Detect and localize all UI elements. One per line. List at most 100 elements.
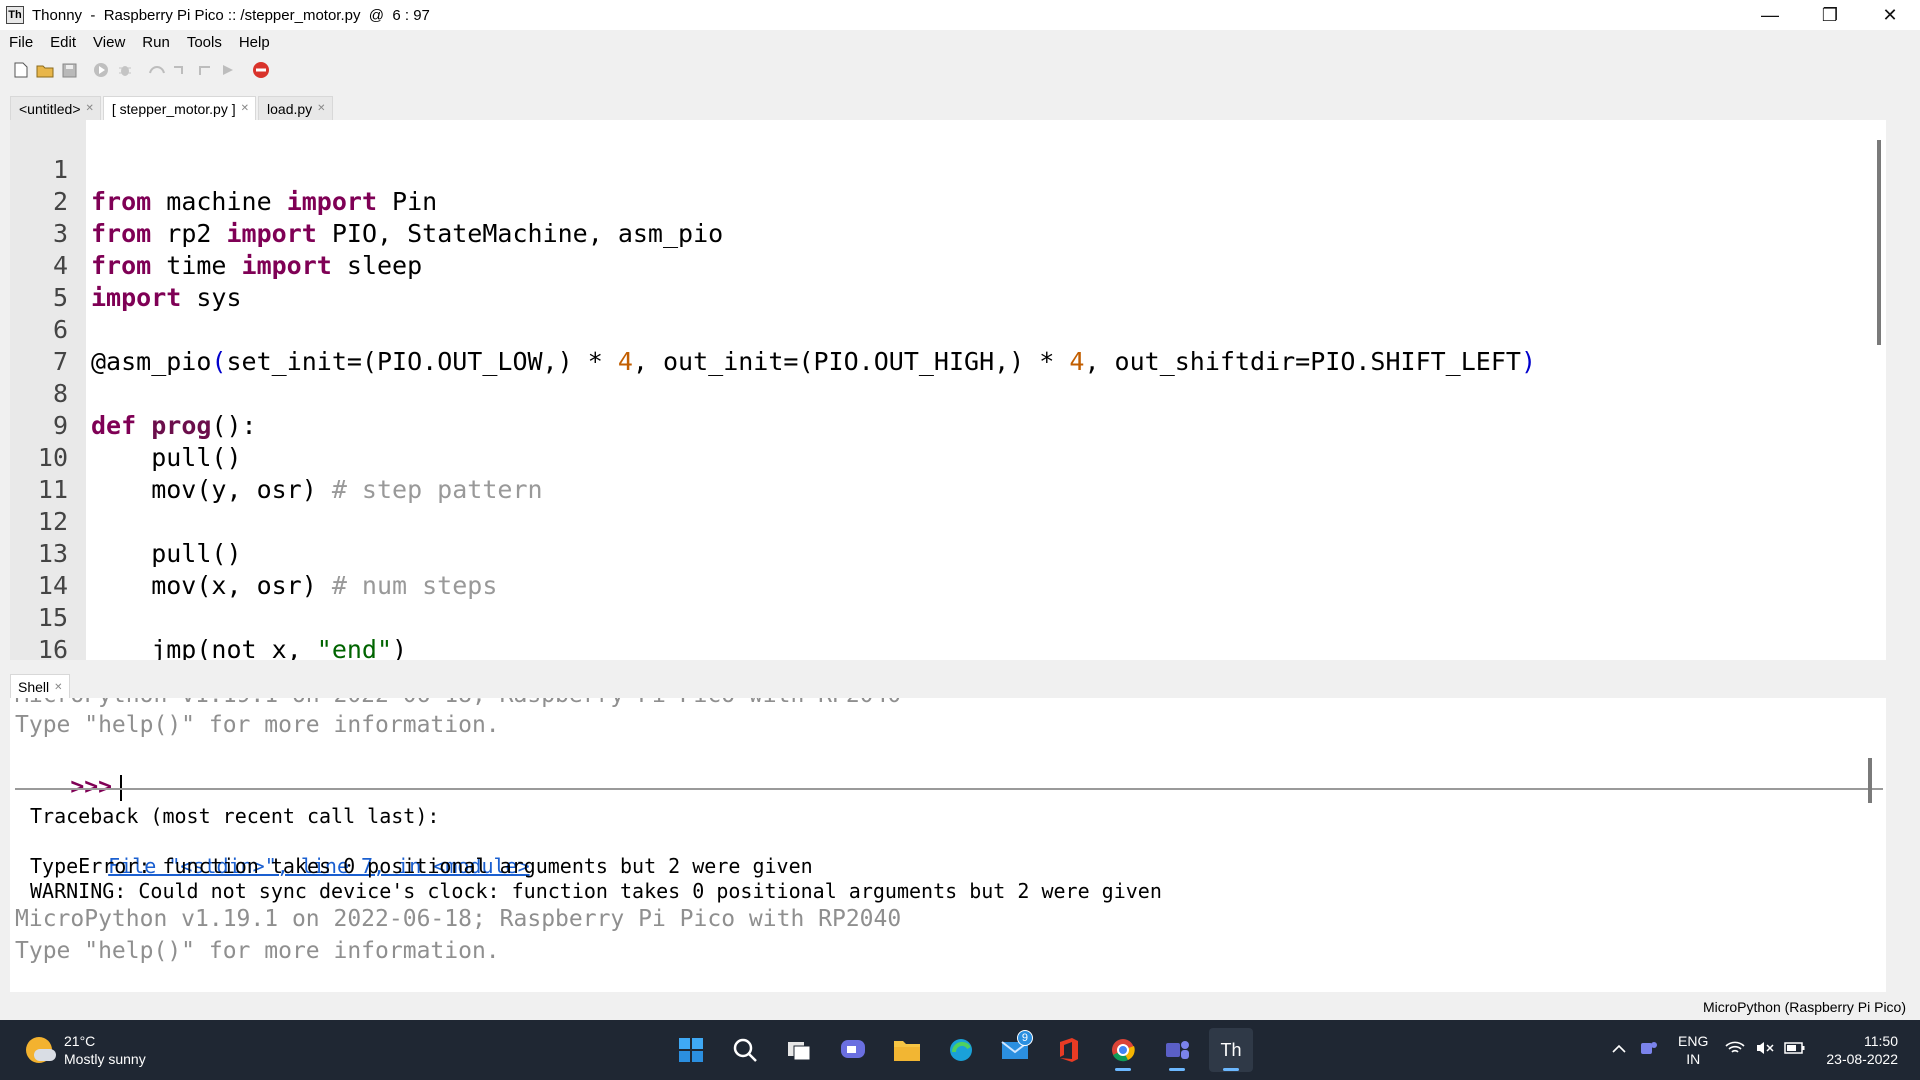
search-icon[interactable] xyxy=(723,1028,767,1072)
shell-output-line: MicroPython v1.19.1 on 2022-06-18; Raspb… xyxy=(15,698,901,710)
restore-button[interactable]: ❐ xyxy=(1800,0,1860,30)
stop-icon[interactable] xyxy=(252,61,270,79)
editor-scrollbar[interactable] xyxy=(1877,140,1881,345)
code-line: 11 xyxy=(10,442,1886,504)
system-tray: ENG IN 11:50 23-08-2022 xyxy=(1604,1020,1920,1080)
tab-load[interactable]: load.py ✕ xyxy=(258,96,333,120)
tab-shell[interactable]: Shell ✕ xyxy=(10,674,70,699)
thonny-app-icon: Th xyxy=(6,6,24,24)
code-line: 13 mov(x, osr) # num steps xyxy=(10,506,1886,600)
step-over-icon[interactable] xyxy=(148,61,166,79)
menu-run[interactable]: Run xyxy=(133,34,178,51)
code-line: 6 @asm_pio(set_init=(PIO.OUT_LOW,) * 4, … xyxy=(10,282,1886,376)
code-line: 15 jmp(not_x, "end") xyxy=(10,570,1886,660)
lang-region: IN xyxy=(1686,1051,1701,1067)
code-editor[interactable]: 1 from machine import Pin 2 from rp2 imp… xyxy=(10,120,1886,660)
tab-label: <untitled> xyxy=(19,100,81,117)
close-window-button[interactable]: ✕ xyxy=(1860,0,1920,30)
shell-output-line: MicroPython v1.19.1 on 2022-06-18; Raspb… xyxy=(15,906,902,932)
close-tab-icon[interactable]: ✕ xyxy=(54,682,62,693)
taskbar-apps: 9 Th xyxy=(664,1028,1258,1072)
menu-help[interactable]: Help xyxy=(230,34,278,51)
lang-code: ENG xyxy=(1678,1033,1709,1049)
task-view-icon[interactable] xyxy=(777,1028,821,1072)
shell-prompt-line[interactable]: >>> xyxy=(15,968,112,992)
resume-icon[interactable] xyxy=(220,61,238,79)
code-line: 14 xyxy=(10,538,1886,600)
shell-scrollbar[interactable] xyxy=(1868,758,1872,803)
weather-temp: 21°C xyxy=(64,1033,96,1049)
step-out-icon[interactable] xyxy=(196,61,214,79)
close-tab-icon[interactable]: ✕ xyxy=(241,103,249,114)
code-line: 3 from time import sleep xyxy=(10,186,1886,280)
start-icon[interactable] xyxy=(669,1028,713,1072)
code-line: 4 import sys xyxy=(10,218,1886,312)
traceback-line: Traceback (most recent call last): xyxy=(30,804,440,828)
code-line: 9 pull() xyxy=(10,378,1886,472)
shell-prompt: >>> xyxy=(70,774,112,800)
battery-icon[interactable] xyxy=(1780,1041,1810,1060)
warning-line: WARNING: Could not sync device's clock: … xyxy=(30,879,1162,903)
interpreter-status[interactable]: MicroPython (Raspberry Pi Pico) xyxy=(1703,999,1906,1015)
thonny-taskbar-icon[interactable]: Th xyxy=(1209,1028,1253,1072)
code-line: 5 xyxy=(10,250,1886,312)
teams-tray-icon[interactable] xyxy=(1634,1040,1664,1061)
tab-label: [ stepper_motor.py ] xyxy=(111,100,236,117)
tab-stepper-motor[interactable]: [ stepper_motor.py ] ✕ xyxy=(102,96,257,120)
menu-bar: File Edit View Run Tools Help xyxy=(0,30,1920,54)
shell-tab-label: Shell xyxy=(18,679,50,695)
weather-desc: Mostly sunny xyxy=(64,1051,146,1067)
open-file-icon[interactable] xyxy=(36,61,54,79)
menu-view[interactable]: View xyxy=(84,34,133,51)
menu-tools[interactable]: Tools xyxy=(178,34,230,51)
shell-output-line: Type "help()" for more information. xyxy=(15,938,500,964)
teams-icon[interactable] xyxy=(1155,1028,1199,1072)
office-icon[interactable] xyxy=(1047,1028,1091,1072)
code-line: 1 from machine import Pin xyxy=(10,122,1886,216)
clock-date: 23-08-2022 xyxy=(1826,1051,1898,1067)
taskbar: 21°C Mostly sunny 9 Th ENG IN 11:50 23-0… xyxy=(0,1020,1920,1080)
tab-label: load.py xyxy=(267,100,313,117)
menu-edit[interactable]: Edit xyxy=(41,34,84,51)
code-line: 17 label("loop") xyxy=(10,634,1886,660)
chrome-icon[interactable] xyxy=(1101,1028,1145,1072)
code-line: 10 mov(y, osr) # step pattern xyxy=(10,410,1886,504)
edge-browser-icon[interactable] xyxy=(939,1028,983,1072)
step-into-icon[interactable] xyxy=(172,61,190,79)
clock-time: 11:50 xyxy=(1864,1033,1898,1049)
title-bar: Th Thonny - Raspberry Pi Pico :: /steppe… xyxy=(0,0,1920,30)
tab-untitled[interactable]: <untitled> ✕ xyxy=(10,96,101,120)
file-explorer-icon[interactable] xyxy=(885,1028,929,1072)
window-title: Thonny - Raspberry Pi Pico :: /stepper_m… xyxy=(32,6,430,24)
language-indicator[interactable]: ENG IN xyxy=(1678,1032,1708,1068)
partly-sunny-icon xyxy=(26,1037,56,1063)
run-icon[interactable] xyxy=(92,61,110,79)
chevron-up-icon[interactable] xyxy=(1604,1041,1634,1059)
editor-tabs: <untitled> ✕ [ stepper_motor.py ] ✕ load… xyxy=(10,94,335,120)
chat-icon[interactable] xyxy=(831,1028,875,1072)
new-file-icon[interactable] xyxy=(12,61,30,79)
debug-icon[interactable] xyxy=(116,61,134,79)
shell-panel[interactable]: MicroPython v1.19.1 on 2022-06-18; Raspb… xyxy=(10,698,1886,992)
toolbar xyxy=(0,54,1920,86)
mail-icon[interactable]: 9 xyxy=(993,1028,1037,1072)
mail-badge: 9 xyxy=(1016,1030,1033,1046)
code-line: 16 xyxy=(10,602,1886,660)
code-line: 8 def prog(): xyxy=(10,346,1886,440)
shell-output-line: Type "help()" for more information. xyxy=(15,712,500,738)
type-error-line: TypeError: function takes 0 positional a… xyxy=(30,854,813,878)
code-line: 2 from rp2 import PIO, StateMachine, asm… xyxy=(10,154,1886,248)
minimize-button[interactable]: — xyxy=(1740,0,1800,30)
window-controls: — ❐ ✕ xyxy=(1740,0,1920,30)
clock[interactable]: 11:50 23-08-2022 xyxy=(1826,1032,1898,1068)
status-bar: MicroPython (Raspberry Pi Pico) xyxy=(0,996,1920,1020)
menu-file[interactable]: File xyxy=(0,34,41,51)
close-tab-icon[interactable]: ✕ xyxy=(86,103,94,114)
code-line: 7 xyxy=(10,314,1886,376)
close-tab-icon[interactable]: ✕ xyxy=(317,103,325,114)
wifi-icon[interactable] xyxy=(1720,1040,1750,1061)
shell-divider xyxy=(15,788,1883,790)
weather-widget[interactable]: 21°C Mostly sunny xyxy=(26,1032,146,1068)
volume-muted-icon[interactable] xyxy=(1750,1040,1780,1061)
save-icon[interactable] xyxy=(60,61,78,79)
